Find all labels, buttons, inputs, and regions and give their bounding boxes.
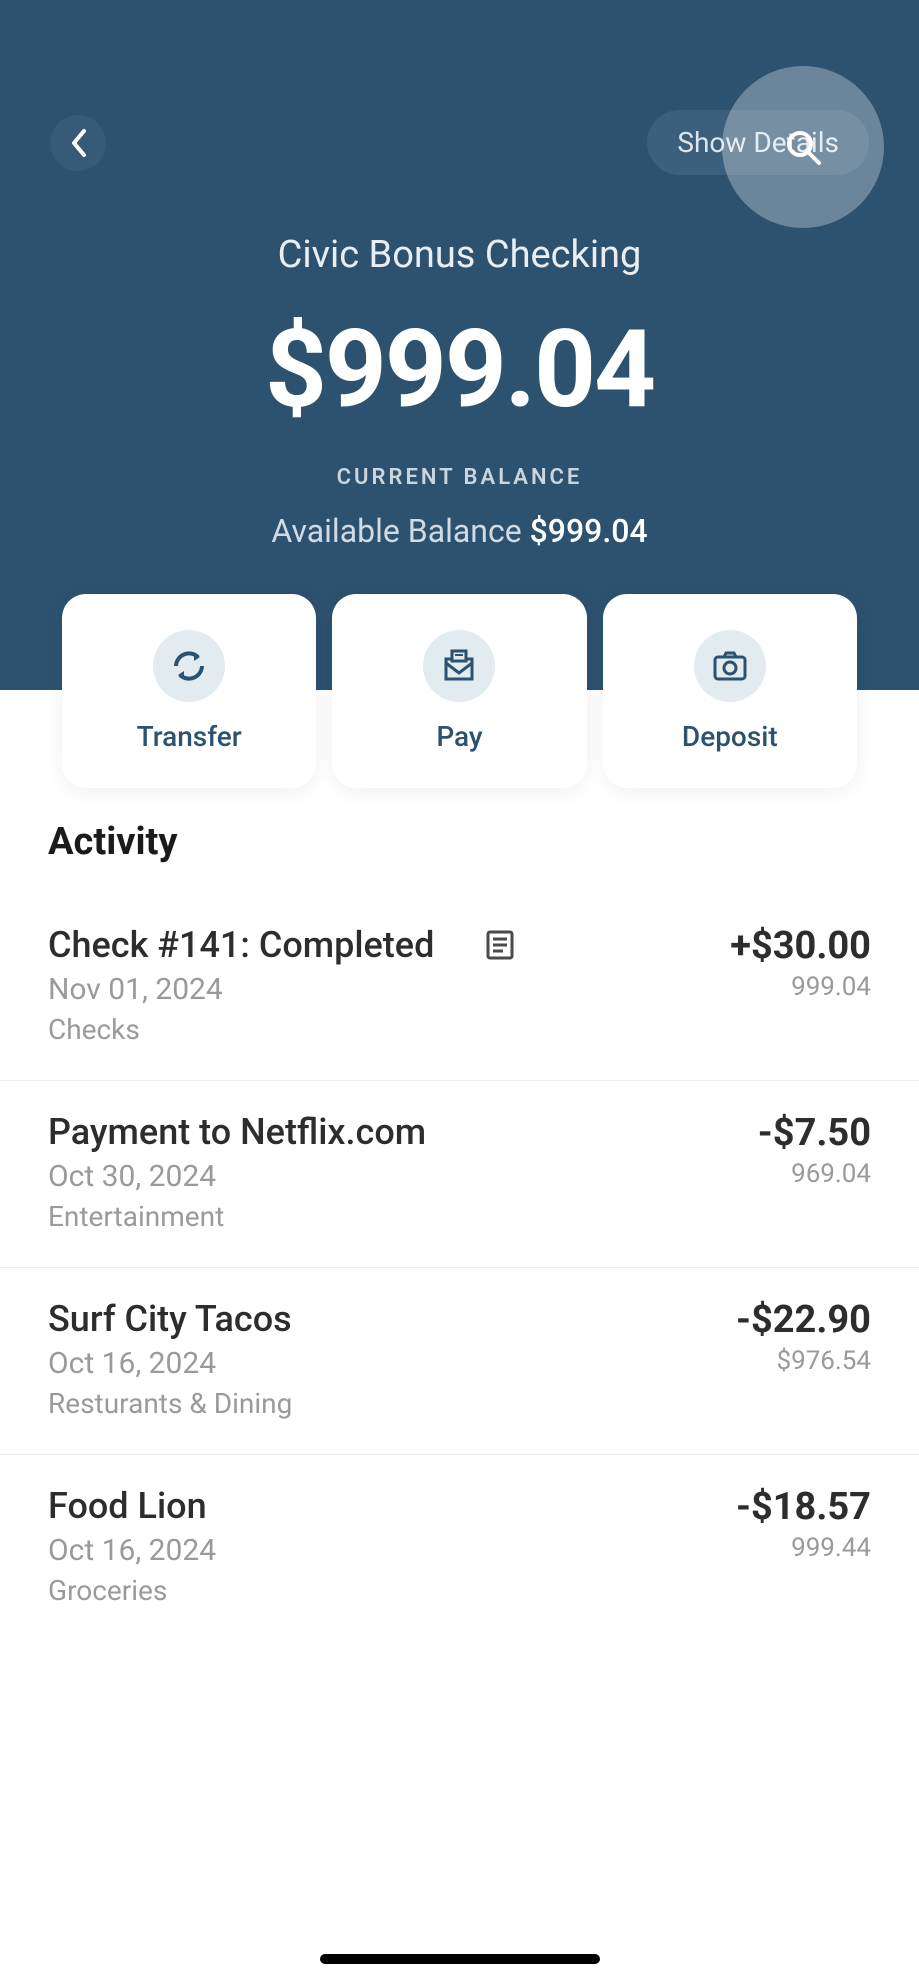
transaction-row[interactable]: Food Lion Oct 16, 2024 Groceries -$18.57 999… (0, 1455, 919, 1641)
transaction-amount: -$22.90 (736, 1298, 871, 1342)
transaction-title: Surf City Tacos (48, 1298, 292, 1340)
account-balance: $999.04 (0, 307, 919, 433)
transaction-right: -$22.90 $976.54 (736, 1298, 871, 1420)
transfer-label: Transfer (137, 720, 242, 753)
camera-icon (709, 645, 751, 687)
document-icon[interactable] (482, 927, 518, 963)
transaction-category: Entertainment (48, 1200, 426, 1233)
transaction-list: Check #141: Completed Nov 01, 2024 Checks +… (0, 894, 919, 1641)
transaction-title-row: Payment to Netflix.com (48, 1111, 426, 1153)
available-balance-row: Available Balance $999.04 (0, 512, 919, 550)
transaction-title-row: Food Lion (48, 1485, 216, 1527)
pay-button[interactable]: Pay (332, 594, 586, 788)
transaction-category: Groceries (48, 1574, 216, 1607)
transaction-running-balance: 969.04 (758, 1159, 871, 1189)
transaction-running-balance: 999.44 (736, 1533, 871, 1563)
action-cards: Transfer Pay Deposit (0, 594, 919, 788)
account-info: Civic Bonus Checking $999.04 CURRENT BAL… (0, 233, 919, 550)
current-balance-label: CURRENT BALANCE (0, 465, 919, 490)
transfer-button[interactable]: Transfer (62, 594, 316, 788)
transaction-category: Checks (48, 1013, 518, 1046)
search-icon (783, 127, 823, 167)
transaction-left: Surf City Tacos Oct 16, 2024 Resturants & … (48, 1298, 292, 1420)
home-indicator (320, 1954, 600, 1964)
transaction-amount: +$30.00 (730, 924, 871, 968)
transaction-amount: -$7.50 (758, 1111, 871, 1155)
transaction-date: Nov 01, 2024 (48, 972, 518, 1007)
deposit-button[interactable]: Deposit (603, 594, 857, 788)
transfer-icon (168, 645, 210, 687)
back-button[interactable] (50, 115, 106, 171)
transaction-left: Check #141: Completed Nov 01, 2024 Checks (48, 924, 518, 1046)
pay-label: Pay (436, 720, 482, 753)
transaction-title: Payment to Netflix.com (48, 1111, 426, 1153)
transaction-row[interactable]: Surf City Tacos Oct 16, 2024 Resturants & … (0, 1268, 919, 1455)
transaction-date: Oct 16, 2024 (48, 1346, 292, 1381)
deposit-label: Deposit (682, 720, 778, 753)
transaction-row[interactable]: Payment to Netflix.com Oct 30, 2024 Entert… (0, 1081, 919, 1268)
transaction-right: -$7.50 969.04 (758, 1111, 871, 1233)
transaction-left: Food Lion Oct 16, 2024 Groceries (48, 1485, 216, 1607)
transaction-title-row: Surf City Tacos (48, 1298, 292, 1340)
chevron-left-icon (68, 127, 88, 159)
transaction-amount: -$18.57 (736, 1485, 871, 1529)
deposit-icon-circle (694, 630, 766, 702)
envelope-icon (438, 645, 480, 687)
content-area: Activity Check #141: Completed Nov 01, 20… (0, 690, 919, 1980)
transaction-title-row: Check #141: Completed (48, 924, 518, 966)
pay-icon-circle (423, 630, 495, 702)
transaction-date: Oct 30, 2024 (48, 1159, 426, 1194)
transaction-category: Resturants & Dining (48, 1387, 292, 1420)
activity-header: Activity (0, 820, 919, 894)
transaction-row[interactable]: Check #141: Completed Nov 01, 2024 Checks +… (0, 894, 919, 1081)
transaction-right: -$18.57 999.44 (736, 1485, 871, 1607)
transaction-running-balance: $976.54 (736, 1346, 871, 1376)
transfer-icon-circle (153, 630, 225, 702)
account-name: Civic Bonus Checking (0, 233, 919, 277)
account-header: Show Details Civic Bonus Checking $999.0… (0, 0, 919, 690)
available-balance-amount: $999.04 (530, 512, 648, 550)
transaction-date: Oct 16, 2024 (48, 1533, 216, 1568)
transaction-left: Payment to Netflix.com Oct 30, 2024 Entert… (48, 1111, 426, 1233)
available-balance-label: Available Balance (271, 512, 521, 550)
search-button[interactable] (722, 66, 884, 228)
transaction-running-balance: 999.04 (730, 972, 871, 1002)
transaction-right: +$30.00 999.04 (730, 924, 871, 1046)
transaction-title: Food Lion (48, 1485, 207, 1527)
transaction-title: Check #141: Completed (48, 924, 434, 966)
